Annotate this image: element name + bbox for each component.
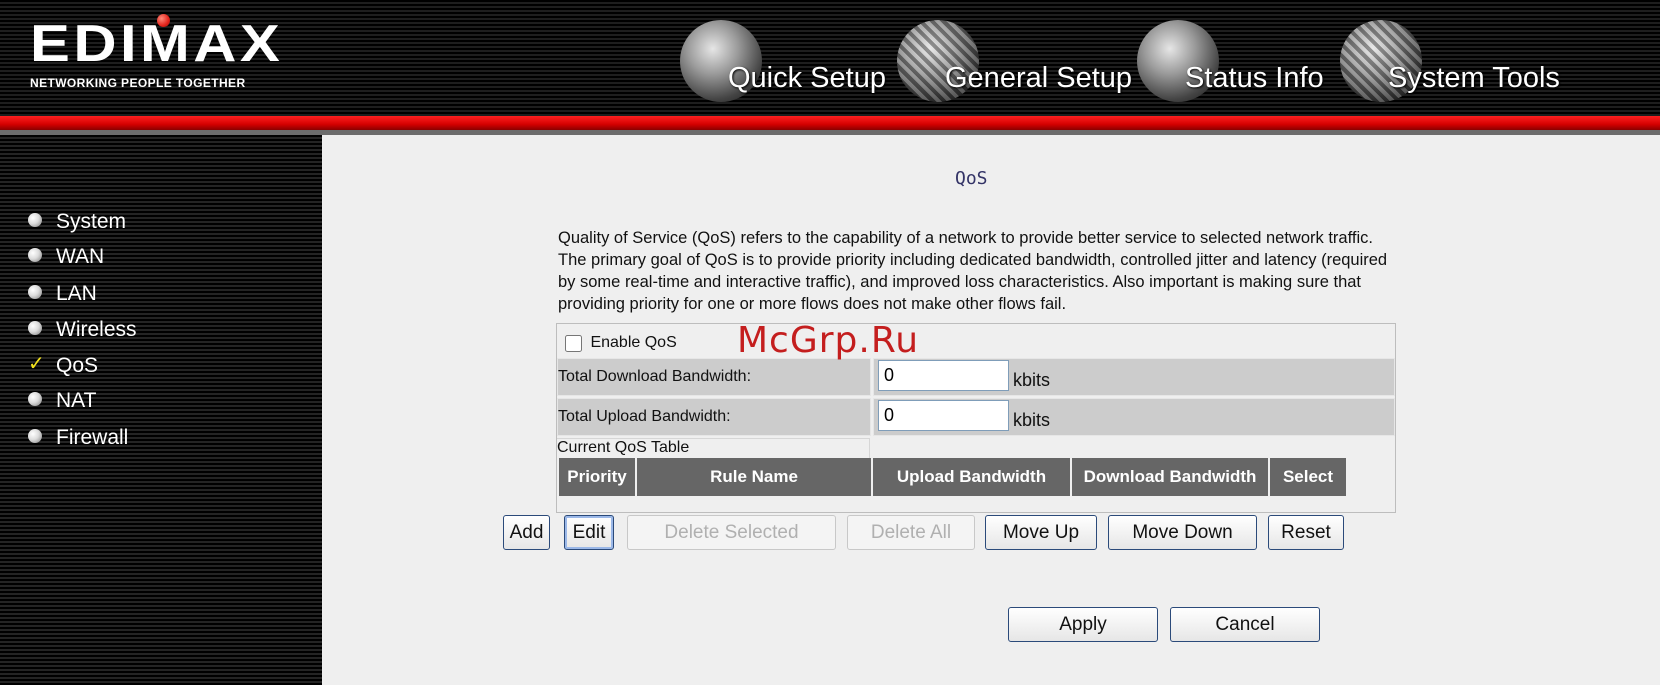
column-select: Select [1270,458,1346,496]
enable-qos-label: Enable QoS [590,334,677,351]
nav-quick-setup-label: Quick Setup [728,62,886,94]
column-upload-bandwidth: Upload Bandwidth [873,458,1072,496]
apply-button[interactable]: Apply [1008,607,1158,642]
nav-status-info-label: Status Info [1185,62,1324,94]
reset-button[interactable]: Reset [1268,515,1344,550]
sidebar: System WAN LAN Wireless ✓ QoS NAT Firewal… [0,135,322,685]
delete-all-button[interactable]: Delete All [847,515,975,550]
header-bar: EDIMAX NETWORKING PEOPLE TOGETHER Quick … [0,0,1660,116]
page-title: QoS [955,168,988,189]
add-button[interactable]: Add [503,515,550,550]
upload-unit: kbits [1013,410,1051,430]
column-download-bandwidth: Download Bandwidth [1072,458,1270,496]
sidebar-item-system[interactable]: System [28,210,126,240]
checkmark-icon: ✓ [28,352,45,375]
red-divider [0,116,1660,130]
qos-description: Quality of Service (QoS) refers to the c… [558,229,1388,313]
sidebar-item-lan[interactable]: LAN [28,282,97,312]
logo-dot [157,14,170,27]
move-down-button[interactable]: Move Down [1108,515,1257,550]
bullet-icon [28,392,42,407]
nav-system-tools-label: System Tools [1388,62,1560,94]
sidebar-item-label: QoS [56,354,99,377]
current-qos-table-title: Current QoS Table [557,438,870,459]
download-unit: kbits [1013,370,1051,390]
sidebar-item-label: Wireless [56,318,137,341]
column-priority: Priority [559,458,637,496]
nav-general-setup-label: General Setup [945,62,1133,94]
enable-qos-row: Enable QoS [565,334,677,352]
logo-text: EDIMAX [30,15,284,73]
sidebar-item-label: NAT [56,389,97,412]
qos-settings-table: Enable QoS Total Download Bandwidth: kbi… [556,323,1396,513]
sidebar-item-label: WAN [56,245,105,268]
sidebar-item-label: System [56,210,127,233]
bullet-icon [28,285,42,300]
delete-selected-button[interactable]: Delete Selected [627,515,836,550]
sidebar-item-label: Firewall [56,426,129,449]
sidebar-item-qos[interactable]: ✓ QoS [28,352,99,384]
bullet-icon [28,321,42,336]
main-content: QoS Quality of Service (QoS) refers to t… [322,135,1660,685]
cancel-button[interactable]: Cancel [1170,607,1320,642]
enable-qos-checkbox[interactable] [565,334,582,352]
download-bandwidth-input[interactable] [878,360,1009,391]
move-up-button[interactable]: Move Up [985,515,1097,550]
sidebar-item-nat[interactable]: NAT [28,389,96,419]
bullet-icon [28,429,42,444]
upload-label-cell: Total Upload Bandwidth: [557,398,871,436]
sidebar-item-label: LAN [56,282,97,305]
download-label-cell: Total Download Bandwidth: [557,358,871,396]
download-bandwidth-label: Total Download Bandwidth: [558,368,752,385]
upload-bandwidth-input[interactable] [878,400,1009,431]
sidebar-item-wan[interactable]: WAN [28,245,104,275]
upload-bandwidth-label: Total Upload Bandwidth: [558,408,731,425]
watermark: McGrp.Ru [737,320,920,361]
bullet-icon [28,248,42,263]
column-rule-name: Rule Name [637,458,873,496]
edimax-logo: EDIMAX NETWORKING PEOPLE TOGETHER [30,14,280,90]
sidebar-item-wireless[interactable]: Wireless [28,318,137,348]
logo-tagline: NETWORKING PEOPLE TOGETHER [30,76,246,90]
sidebar-item-firewall[interactable]: Firewall [28,426,128,456]
edit-button[interactable]: Edit [564,515,614,550]
bullet-icon [28,213,42,228]
